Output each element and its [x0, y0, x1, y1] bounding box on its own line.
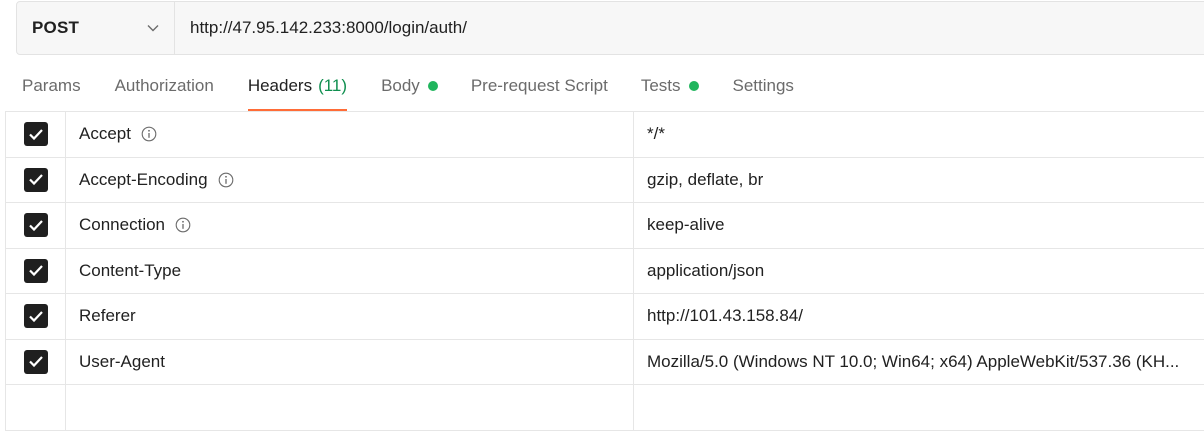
info-icon[interactable]: [141, 126, 157, 142]
header-value: gzip, deflate, br: [647, 169, 764, 189]
method-label: POST: [32, 18, 80, 37]
table-row: Referer http://101.43.158.84/: [5, 294, 1204, 340]
header-key: Content-Type: [79, 260, 182, 280]
checkbox-cell: [5, 203, 66, 248]
checkbox-cell: [5, 294, 66, 339]
tab-body[interactable]: Body: [381, 60, 438, 111]
header-key-cell[interactable]: Referer: [66, 294, 634, 339]
check-icon: [28, 265, 43, 277]
table-row: User-Agent Mozilla/5.0 (Windows NT 10.0;…: [5, 339, 1204, 385]
header-key-cell[interactable]: Content-Type: [66, 248, 634, 293]
header-key: User-Agent: [79, 351, 165, 371]
request-tabs: Params Authorization Headers (11) Body P…: [0, 60, 1204, 111]
header-value: */*: [647, 124, 665, 144]
table-row: Accept */*: [5, 112, 1204, 158]
tab-pre-request-script[interactable]: Pre-request Script: [471, 60, 608, 111]
header-key-cell[interactable]: Connection: [66, 203, 634, 248]
checkbox-cell: [5, 112, 66, 157]
header-value-cell[interactable]: gzip, deflate, br: [634, 158, 1204, 203]
headers-count-badge: (11): [318, 75, 348, 95]
info-icon[interactable]: [218, 172, 234, 188]
body-status-dot: [427, 80, 438, 91]
table-row: Accept-Encoding gzip, deflate, br: [5, 157, 1204, 203]
tab-authorization[interactable]: Authorization: [115, 60, 214, 111]
check-icon: [28, 174, 43, 186]
check-icon: [28, 219, 43, 231]
tab-headers-label: Headers: [247, 75, 313, 95]
header-value: http://101.43.158.84/: [647, 306, 803, 326]
request-bar: POST: [16, 1, 1204, 55]
method-select[interactable]: POST: [17, 2, 175, 54]
tab-authorization-label: Authorization: [114, 75, 214, 95]
header-key: Accept: [79, 124, 131, 144]
header-enabled-checkbox[interactable]: [23, 122, 48, 147]
info-icon[interactable]: [175, 217, 191, 233]
check-icon: [28, 356, 43, 368]
tab-params-label: Params: [22, 75, 81, 95]
header-value: application/json: [647, 260, 765, 280]
header-value-cell[interactable]: */*: [634, 112, 1204, 157]
tab-params[interactable]: Params: [22, 60, 81, 111]
checkbox-cell: [5, 339, 66, 384]
header-value: keep-alive: [647, 215, 725, 235]
table-row: Content-Type application/json: [5, 248, 1204, 294]
header-enabled-checkbox[interactable]: [23, 304, 48, 329]
header-value-cell[interactable]: http://101.43.158.84/: [634, 294, 1204, 339]
header-key-cell[interactable]: User-Agent: [66, 339, 634, 384]
check-icon: [28, 128, 43, 140]
header-key-cell[interactable]: Accept: [66, 112, 634, 157]
header-key: Connection: [79, 215, 166, 235]
header-enabled-checkbox[interactable]: [23, 167, 48, 192]
tab-tests[interactable]: Tests: [641, 60, 699, 111]
headers-table: Accept */* Accept-Encoding gzip, deflate…: [5, 111, 1204, 431]
header-value-cell[interactable]: keep-alive: [634, 203, 1204, 248]
header-value-cell[interactable]: application/json: [634, 249, 1204, 294]
checkbox-cell: [5, 248, 66, 293]
checkbox-cell: [5, 157, 66, 202]
header-enabled-checkbox[interactable]: [23, 349, 48, 374]
tab-tests-label: Tests: [640, 75, 681, 95]
header-key: Accept-Encoding: [79, 169, 208, 189]
header-key: Referer: [79, 306, 136, 326]
tests-status-dot: [688, 80, 699, 91]
table-row: Connection keep-alive: [5, 203, 1204, 249]
url-input[interactable]: [175, 2, 1204, 54]
header-value: Mozilla/5.0 (Windows NT 10.0; Win64; x64…: [647, 351, 1180, 371]
chevron-down-icon: [146, 21, 160, 35]
header-enabled-checkbox[interactable]: [23, 258, 48, 283]
header-value-cell[interactable]: Mozilla/5.0 (Windows NT 10.0; Win64; x64…: [634, 340, 1204, 385]
header-key-cell[interactable]: Accept-Encoding: [66, 157, 634, 202]
tab-headers[interactable]: Headers (11): [247, 60, 348, 111]
check-icon: [28, 310, 43, 322]
tab-settings-label: Settings: [732, 75, 794, 95]
header-enabled-checkbox[interactable]: [23, 213, 48, 238]
tab-body-label: Body: [381, 75, 420, 95]
tab-pre-request-label: Pre-request Script: [470, 75, 608, 95]
tab-settings[interactable]: Settings: [733, 60, 794, 111]
